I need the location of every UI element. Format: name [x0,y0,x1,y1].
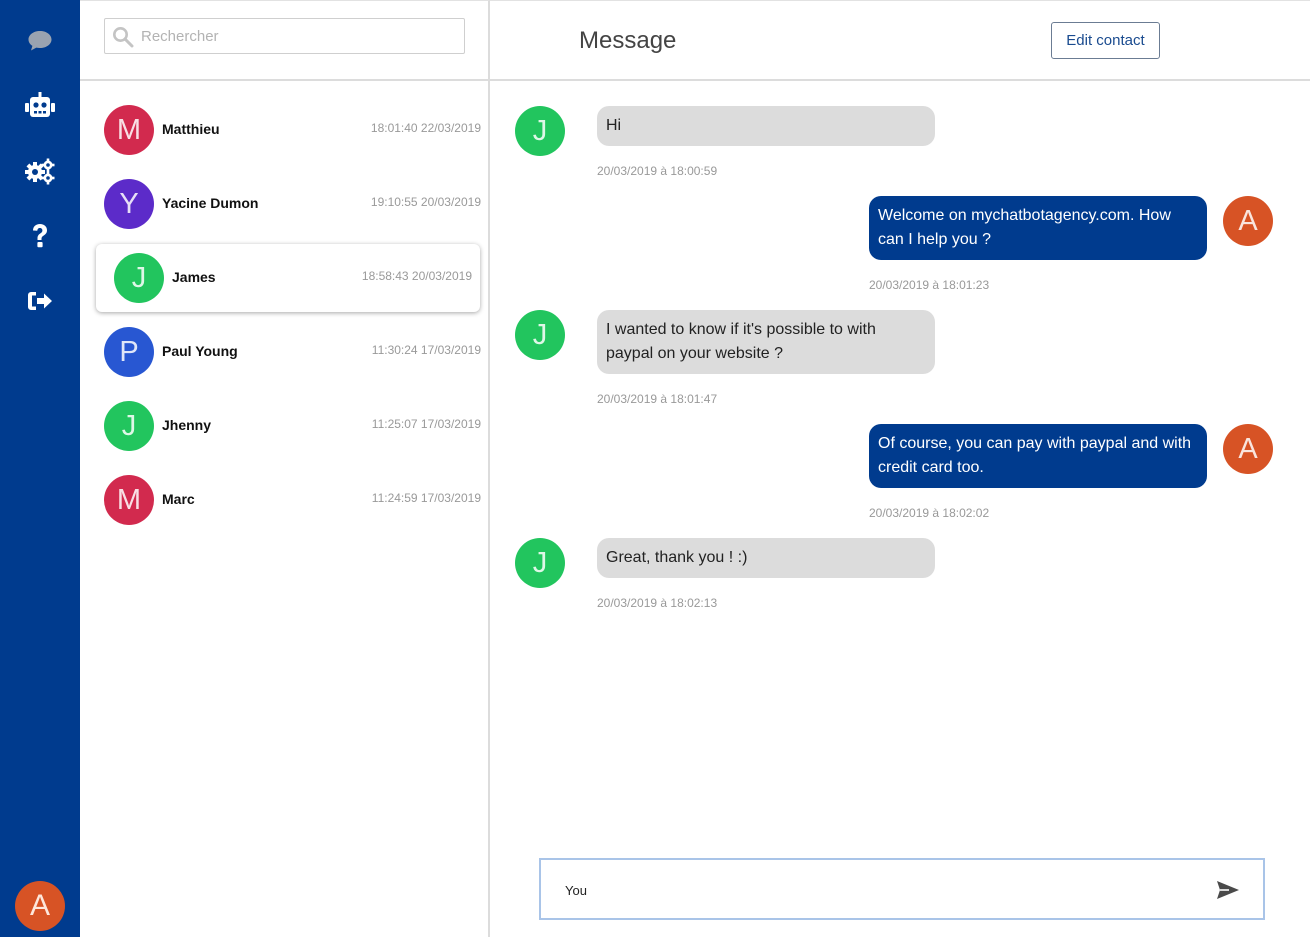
contact-list-panel: M Matthieu 18:01:40 22/03/2019 Y Yacine … [80,0,490,937]
send-button[interactable] [1213,877,1243,903]
contact-item-james[interactable]: J James 18:58:43 20/03/2019 [96,244,480,312]
nav-help-button[interactable] [20,216,60,256]
contact-item-matthieu[interactable]: M Matthieu 18:01:40 22/03/2019 [80,98,490,162]
nav-bot-button[interactable] [20,86,60,126]
contact-name: Yacine Dumon [162,195,259,211]
nav-rail: A [0,0,80,937]
contact-avatar: J [515,310,565,360]
contact-timestamp: 11:30:24 17/03/2019 [371,343,481,357]
search-input[interactable] [141,23,456,49]
message-bubble-outgoing: Welcome on mychatbotagency.com. How can … [869,196,1207,260]
message-bubble-incoming: Hi [597,106,935,146]
message-bubble-outgoing: Of course, you can pay with paypal and w… [869,424,1207,488]
contact-name: Matthieu [162,121,220,137]
nav-logout-button[interactable] [20,281,60,321]
contact-item-paul-young[interactable]: P Paul Young 11:30:24 17/03/2019 [80,320,490,384]
contact-list-header [80,1,490,81]
nav-settings-button[interactable] [20,151,60,191]
search-icon [113,27,134,48]
agent-avatar: A [1223,196,1273,246]
contact-timestamp: 11:25:07 17/03/2019 [371,417,481,431]
contact-item-yacine-dumon[interactable]: Y Yacine Dumon 19:10:55 20/03/2019 [80,172,490,236]
search-box[interactable] [104,18,465,54]
user-avatar[interactable]: A [15,881,65,931]
agent-avatar: A [1223,424,1273,474]
message-timestamp: 20/03/2019 à 18:00:59 [597,164,718,178]
contact-item-marc[interactable]: M Marc 11:24:59 17/03/2019 [80,468,490,532]
contact-timestamp: 18:01:40 22/03/2019 [370,121,481,135]
sign-out-icon [28,292,52,310]
message-timestamp: 20/03/2019 à 18:01:23 [869,278,990,292]
message-timestamp: 20/03/2019 à 18:01:47 [597,392,718,406]
conversation-header: Message Edit contact [490,1,1310,81]
chat-bubble-icon [28,31,52,51]
message-bubble-incoming: Great, thank you ! :) [597,538,935,578]
nav-messages-button[interactable] [20,21,60,61]
contact-name: Marc [162,491,195,507]
avatar: M [104,475,154,525]
contact-avatar: J [515,106,565,156]
message-composer[interactable] [539,858,1265,920]
message-input[interactable] [565,878,1205,902]
contact-name: Jhenny [162,417,212,433]
contact-timestamp: 11:24:59 17/03/2019 [371,491,481,505]
avatar: J [104,401,154,451]
message-bubble-incoming: I wanted to know if it's possible to wit… [597,310,935,374]
contact-timestamp: 18:58:43 20/03/2019 [361,269,472,283]
message-timestamp: 20/03/2019 à 18:02:02 [869,506,990,520]
message-timestamp: 20/03/2019 à 18:02:13 [597,596,718,610]
page-title: Message [579,27,677,54]
contact-avatar: J [515,538,565,588]
contact-name: Paul Young [162,343,238,359]
gears-icon [25,158,55,185]
robot-icon [25,92,55,117]
avatar: P [104,327,154,377]
send-icon [1217,881,1239,899]
edit-contact-button[interactable]: Edit contact [1051,22,1160,59]
avatar: M [104,105,154,155]
question-icon [33,224,47,248]
avatar: J [114,253,164,303]
avatar: Y [104,179,154,229]
contact-timestamp: 19:10:55 20/03/2019 [370,195,481,209]
contact-item-jhenny[interactable]: J Jhenny 11:25:07 17/03/2019 [80,394,490,458]
conversation-panel: Message Edit contact J Hi 20/03/2019 à 1… [490,0,1310,937]
contact-name: James [172,269,216,285]
